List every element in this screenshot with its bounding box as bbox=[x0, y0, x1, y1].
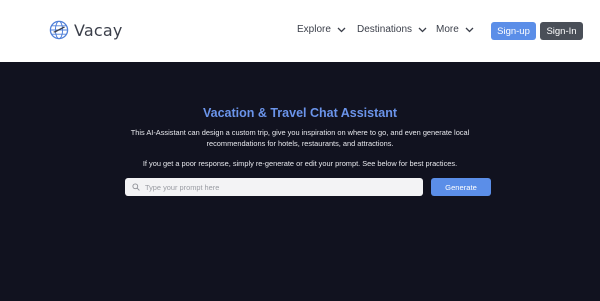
signin-button[interactable]: Sign-In bbox=[540, 22, 583, 40]
chevron-down-icon bbox=[465, 27, 474, 32]
assistant-description: This AI-Assistant can design a custom tr… bbox=[130, 128, 470, 148]
prompt-input[interactable] bbox=[145, 182, 415, 192]
prompt-field[interactable] bbox=[125, 178, 423, 196]
signup-button[interactable]: Sign-up bbox=[491, 22, 536, 40]
brand-logo[interactable]: Vacay bbox=[49, 20, 123, 40]
top-header: Vacay Explore Destinations More Sign-up … bbox=[0, 0, 600, 62]
generate-button[interactable]: Generate bbox=[431, 178, 491, 196]
nav-more-label: More bbox=[436, 24, 459, 35]
nav-more[interactable]: More bbox=[436, 24, 474, 35]
nav-explore[interactable]: Explore bbox=[297, 24, 346, 35]
brand-name: Vacay bbox=[74, 20, 123, 40]
globe-icon bbox=[49, 20, 69, 40]
nav-explore-label: Explore bbox=[297, 24, 331, 35]
chevron-down-icon bbox=[418, 27, 427, 32]
usage-tip: If you get a poor response, simply re-ge… bbox=[142, 159, 458, 168]
nav-destinations-label: Destinations bbox=[357, 24, 413, 35]
nav-destinations[interactable]: Destinations bbox=[357, 24, 427, 35]
search-icon bbox=[132, 183, 140, 191]
page-title: Vacation & Travel Chat Assistant bbox=[202, 106, 398, 120]
chevron-down-icon bbox=[337, 27, 346, 32]
